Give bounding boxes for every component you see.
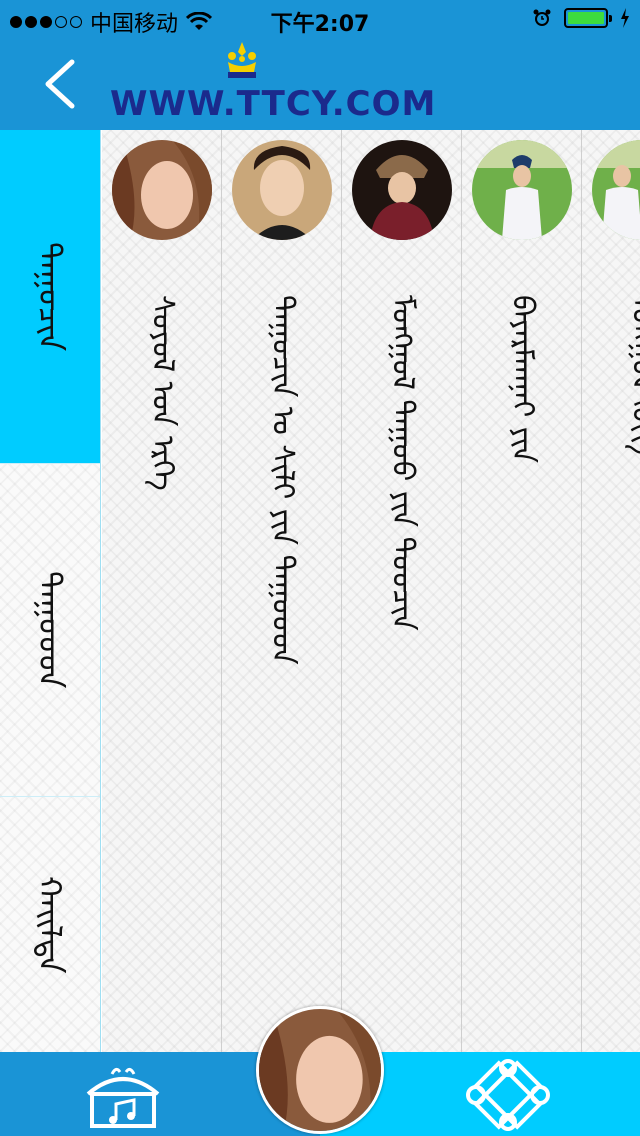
status-right (532, 8, 630, 28)
now-playing-avatar[interactable] (256, 1006, 384, 1134)
nav-bar: WWW.TTCY.COM (0, 40, 640, 130)
singer-name: ᠮᠣᠩᠭᠣᠯ ᠬᠥᠭ (625, 295, 640, 455)
category-sidebar: ᠳᠠᠭᠤᠴᠢᠨ ᠳᠠᠭᠤᠤᠳ ᠬᠠᠢᠯᠲᠠ (0, 130, 101, 1052)
tab-label: ᠳᠠᠭᠤᠴᠢᠨ (31, 241, 69, 352)
charging-bolt-icon (621, 8, 629, 28)
singer-column[interactable]: ᠪᠠᠶᠠᠷᠮᠠᠭᠨᠠᠢ ᠶᠢᠨ (462, 130, 582, 1052)
singer-name: ᠳᠠᠭᠤᠴᠢᠨ ᠤ ᠰᠢᠯᠢ ᠶᠢᠨ ᠳᠠᠭᠤᠤᠳ (265, 295, 300, 665)
back-chevron-icon[interactable] (40, 58, 80, 110)
ttcy-logo: WWW.TTCY.COM (110, 42, 470, 124)
battery-icon (564, 8, 612, 28)
singer-grid: ᠰᠣᠶᠤᠯ ᠤᠨ ᠡᠷᠬᠡ ᠳᠠᠭᠤᠴᠢᠨ ᠤ ᠰᠢᠯᠢ ᠶᠢᠨ ᠳᠠᠭᠤᠤᠳ … (102, 130, 640, 1052)
singer-name: ᠪᠠᠶᠠᠷᠮᠠᠭᠨᠠᠢ ᠶᠢᠨ (505, 295, 540, 464)
tab-search[interactable]: ᠬᠠᠢᠯᠲᠠ (0, 796, 100, 1052)
logo-text: WWW.TTCY.COM (110, 84, 437, 124)
singer-column[interactable]: ᠳᠠᠭᠤᠴᠢᠨ ᠤ ᠰᠢᠯᠢ ᠶᠢᠨ ᠳᠠᠭᠤᠤᠳ (222, 130, 342, 1052)
singer-name: ᠮᠣᠩᠭᠣᠯ ᠳᠠᠭᠤᠤ ᠶᠢᠨ ᠳᠣᠤᠴᠢᠨ (385, 295, 420, 631)
singer-avatar (232, 140, 332, 240)
singer-avatar (592, 140, 640, 240)
yurt-music-icon[interactable] (82, 1060, 164, 1130)
crown-icon (228, 42, 256, 78)
tab-songs[interactable]: ᠳᠠᠭᠤᠤᠳ (0, 463, 100, 796)
singer-avatar (472, 140, 572, 240)
status-bar: 中国移动 下午2:07 (0, 0, 640, 40)
singer-name: ᠰᠣᠶᠤᠯ ᠤᠨ ᠡᠷᠬᠡ (145, 295, 180, 491)
tab-label: ᠬᠠᠢᠯᠲᠠ (31, 875, 69, 974)
tab-label: ᠳᠠᠭᠤᠤᠳ (31, 571, 69, 689)
singer-avatar (112, 140, 212, 240)
singer-column[interactable]: ᠰᠣᠶᠤᠯ ᠤᠨ ᠡᠷᠬᠡ (102, 130, 222, 1052)
singer-avatar (352, 140, 452, 240)
alarm-clock-icon (533, 9, 551, 26)
tab-singers[interactable]: ᠳᠠᠭᠤᠴᠢᠨ (0, 130, 100, 463)
endless-knot-icon[interactable] (462, 1058, 554, 1132)
singer-column[interactable]: ᠮᠣᠩᠭᠣᠯ ᠳᠠᠭᠤᠤ ᠶᠢᠨ ᠳᠣᠤᠴᠢᠨ (342, 130, 462, 1052)
singer-column[interactable]: ᠮᠣᠩᠭᠣᠯ ᠬᠥᠭ (582, 130, 640, 1052)
